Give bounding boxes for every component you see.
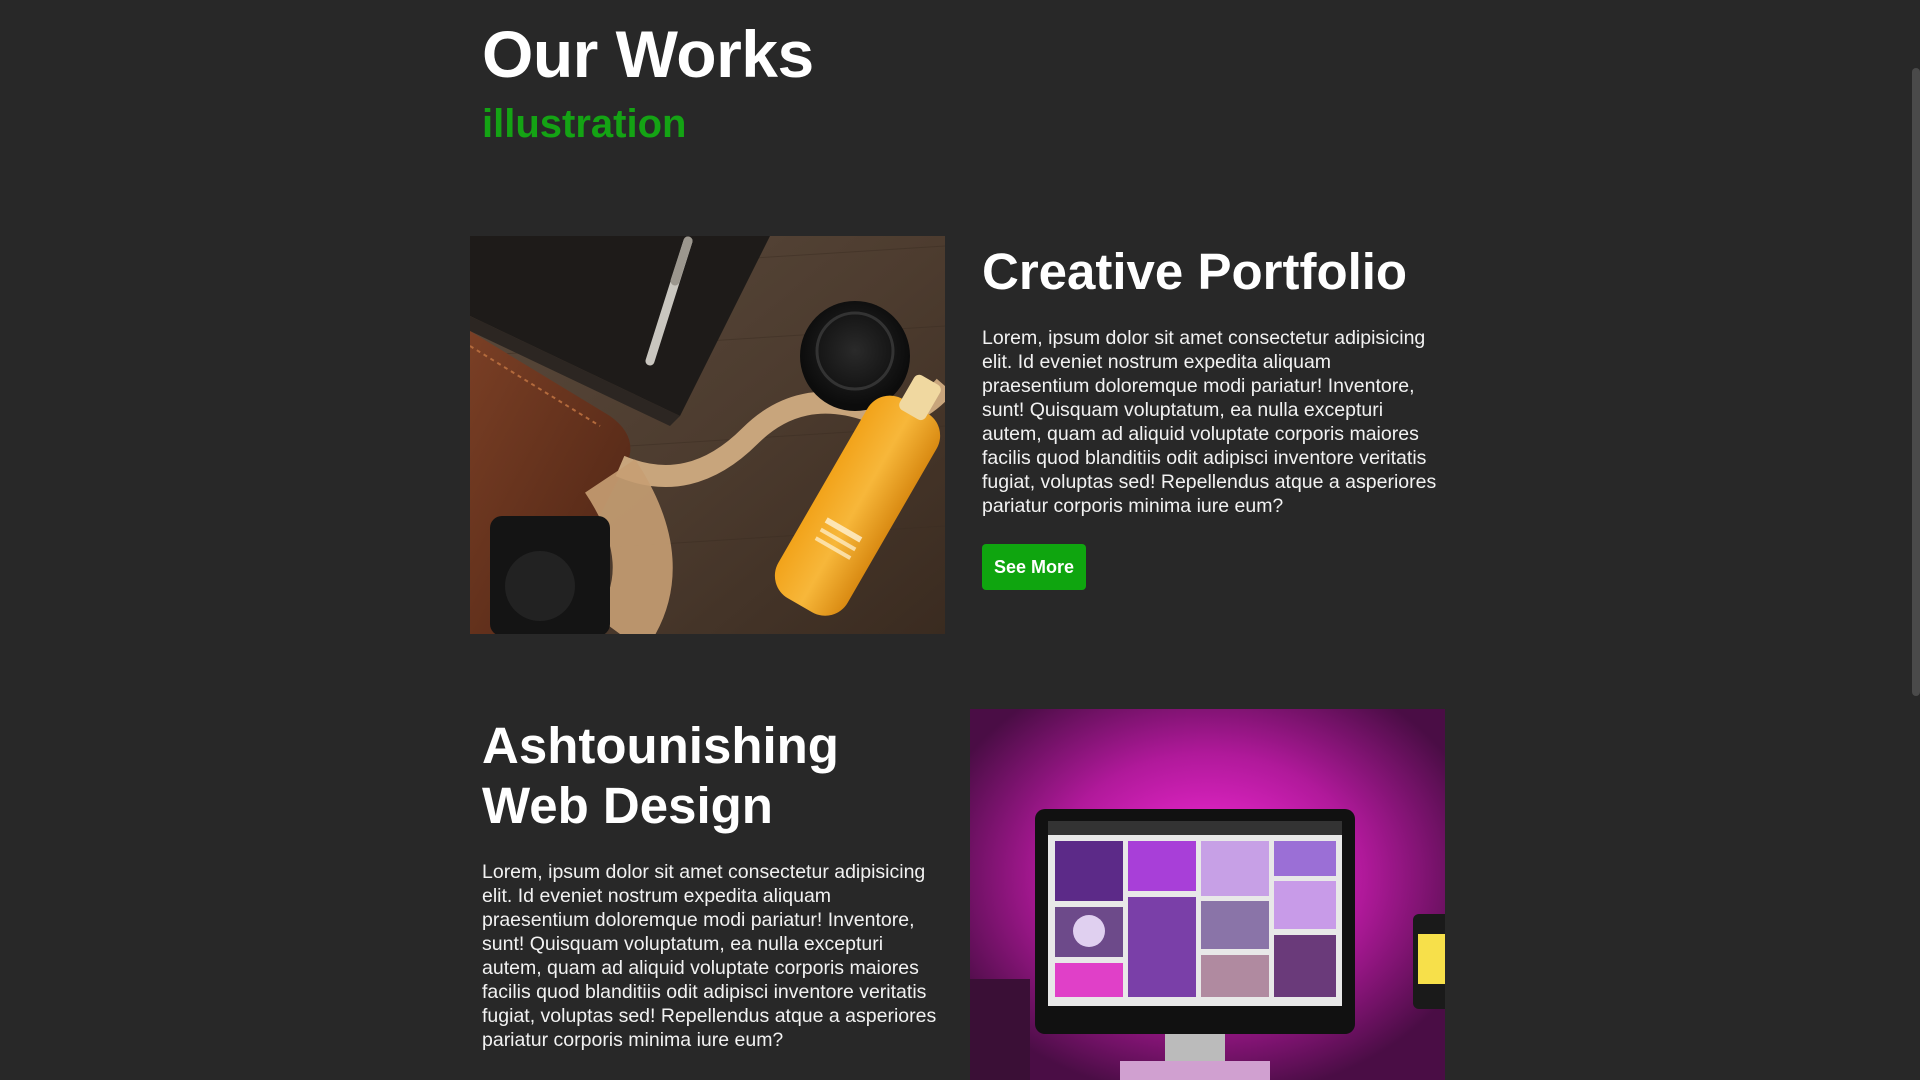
page-subtitle: illustration [482,102,687,146]
page: Our Works illustration Creative Portfoli… [0,0,1920,1080]
work-title: Creative Portfolio [982,243,1408,300]
work-image-creative-portfolio [470,236,945,634]
scrollbar-track[interactable] [1912,0,1920,1080]
header: Our Works illustration [482,14,814,154]
see-more-button[interactable]: See More [982,544,1087,590]
work-description: Lorem, ipsum dolor sit amet consectetur … [482,861,937,1051]
work-card-creative-portfolio: Creative Portfolio Lorem, ipsum dolor si… [982,242,1442,590]
work-card-web-design: Ashtounishing Web Design Lorem, ipsum do… [482,716,942,1052]
work-image-web-design [970,709,1445,1080]
page-title: Our Works [482,17,814,91]
work-title: Ashtounishing Web Design [482,717,839,834]
work-description: Lorem, ipsum dolor sit amet consectetur … [982,327,1437,517]
scrollbar-thumb[interactable] [1912,68,1920,696]
